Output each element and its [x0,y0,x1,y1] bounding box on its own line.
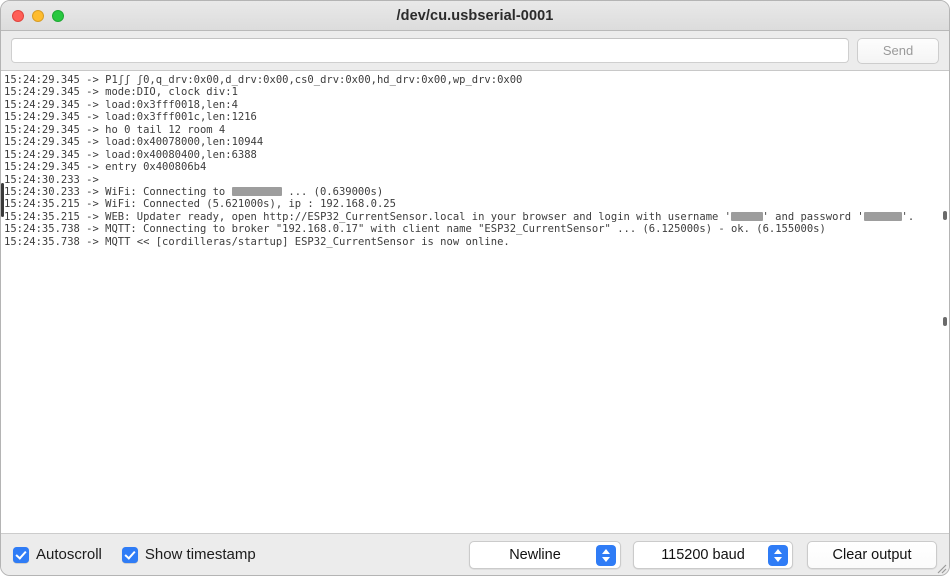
log-output-area[interactable]: 15:24:29.345 -> P1ʃʃ ʃ0,q_drv:0x00,d_drv… [1,71,949,535]
message-input[interactable] [11,38,849,63]
log-line: 15:24:29.345 -> mode:DIO, clock div:1 [4,86,238,99]
log-line: 15:24:29.345 -> load:0x40078000,len:1094… [4,136,264,149]
close-button[interactable] [12,9,24,22]
log-line: 15:24:35.215 -> WiFi: Connected (5.62100… [4,198,396,211]
chevron-updown-icon[interactable] [768,544,788,566]
resize-grip-icon[interactable] [935,562,947,574]
clear-output-button[interactable]: Clear output [807,540,937,569]
serial-monitor-window: /dev/cu.usbserial-0001 Send 15:24:29.345… [0,0,950,576]
window-controls [12,9,64,22]
log-line: 15:24:29.345 -> load:0x3fff001c,len:1216 [4,111,257,124]
bottom-toolbar: Autoscroll Show timestamp Newline 115200… [1,533,949,575]
baud-rate-value: 115200 baud [661,546,745,563]
log-line: 15:24:30.233 -> WiFi: Connecting to ... … [4,185,384,198]
show-timestamp-checkbox[interactable] [121,546,138,563]
autoscroll-label: Autoscroll [36,546,102,563]
log-line: 15:24:29.345 -> ho 0 tail 12 room 4 [4,123,226,136]
log-line: 15:24:29.345 -> load:0x40080400,len:6388 [4,148,257,161]
window-title: /dev/cu.usbserial-0001 [396,7,554,24]
show-timestamp-label: Show timestamp [144,546,256,563]
line-ending-dropdown[interactable]: Newline [469,540,621,569]
line-ending-value: Newline [509,546,561,563]
log-line: 15:24:29.345 -> P1ʃʃ ʃ0,q_drv:0x00,d_drv… [4,74,523,86]
autoscroll-checkbox-group[interactable]: Autoscroll [13,546,102,563]
redacted-text [231,186,283,196]
log-line: 15:24:35.738 -> MQTT << [cordilleras/sta… [4,235,510,248]
log-line: 15:24:35.738 -> MQTT: Connecting to brok… [4,223,826,236]
autoscroll-checkbox[interactable] [13,546,29,563]
chevron-updown-icon[interactable] [596,544,616,566]
redacted-text [863,211,902,221]
log-line: 15:24:35.215 -> WEB: Updater ready, open… [4,210,915,223]
send-bar: Send [1,31,949,71]
log-lines: 15:24:29.345 -> P1ʃʃ ʃ0,q_drv:0x00,d_drv… [1,71,949,248]
vertical-scrollbar-marker[interactable] [943,317,947,326]
redacted-text [730,211,763,221]
baud-rate-dropdown[interactable]: 115200 baud [633,540,793,569]
log-line: 15:24:29.345 -> load:0x3fff0018,len:4 [4,98,238,111]
show-timestamp-checkbox-group[interactable]: Show timestamp [121,546,256,563]
send-button[interactable]: Send [857,37,939,64]
title-bar: /dev/cu.usbserial-0001 [1,1,949,31]
maximize-button[interactable] [52,9,64,22]
log-line: 15:24:30.233 -> [4,173,99,186]
log-line: 15:24:29.345 -> entry 0x400806b4 [4,161,207,174]
minimize-button[interactable] [32,9,44,22]
horizontal-scrollbar-thumb[interactable] [1,183,4,217]
vertical-scrollbar-thumb[interactable] [943,211,947,220]
